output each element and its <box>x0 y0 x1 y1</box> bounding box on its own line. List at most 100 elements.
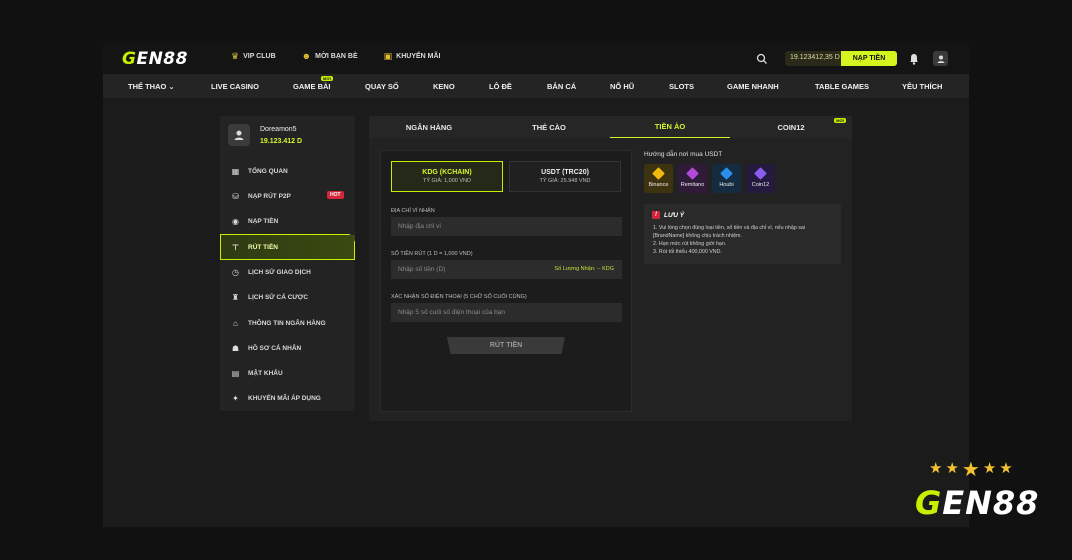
usdt-guide-title: Hướng dẫn nơi mua USDT <box>644 151 723 158</box>
tab-coin12[interactable]: COIN12 MỚI <box>731 116 851 138</box>
nav-favorites[interactable]: YÊU THÍCH <box>902 74 942 98</box>
notice-list: 1. Vui lòng chọn đúng loại tiền, số tiền… <box>653 224 835 256</box>
search-icon <box>756 53 767 64</box>
exchange-coin12[interactable]: Coin12 <box>746 164 775 193</box>
currency-usdt-option[interactable]: USDT (TRC20) TỶ GIÁ: 25.948 VND <box>509 161 621 192</box>
brand-logo: GEN88 <box>915 484 1040 522</box>
sidebar-item-overview[interactable]: ▦ TỔNG QUAN <box>220 159 355 183</box>
notice-box: ! LƯU Ý 1. Vui lòng chọn đúng loại tiền,… <box>644 204 841 264</box>
binance-icon <box>652 167 665 180</box>
account-sidebar: Doreamon5 19.123.412 D ▦ TỔNG QUAN ⛁ NẠP R… <box>220 116 355 411</box>
amount-label: SỐ TIỀN RÚT (1 D = 1,000 VND) <box>391 251 473 257</box>
tab-bank[interactable]: NGÂN HÀNG <box>369 116 489 138</box>
notice-line: 2. Hạn mức rút không giới hạn. <box>653 241 727 247</box>
history-icon: ◷ <box>232 267 239 277</box>
sidebar-item-applied-promos[interactable]: ✦ KHUYẾN MÃI ÁP DỤNG <box>220 386 355 410</box>
deposit-icon: ◉ <box>232 216 239 226</box>
sidebar-item-bet-history[interactable]: ♜ LỊCH SỬ CÁ CƯỢC <box>220 285 355 309</box>
nav-table-games[interactable]: TABLE GAMES <box>815 74 869 98</box>
exchange-remitano[interactable]: Remitano <box>678 164 707 193</box>
remitano-icon <box>686 167 699 180</box>
currency-kdg-option[interactable]: KDG (KCHAIN) TỶ GIÁ: 1,000 VND <box>391 161 503 192</box>
brand-watermark: ★ ★ ★ ★ ★ GEN88 <box>915 460 1050 526</box>
crown-icon: ♛ <box>231 51 240 61</box>
exchange-binance[interactable]: Binance <box>644 164 673 193</box>
user-card: Doreamon5 19.123.412 D <box>220 116 355 154</box>
top-links: ♛ VIP CLUB ☻ MỜI BẠN BÈ ▣ KHUYẾN MÃI <box>231 52 441 61</box>
withdraw-icon: ⊤ <box>231 242 240 252</box>
star-icon: ★ <box>961 459 980 481</box>
friends-icon: ☻ <box>301 51 312 61</box>
star-icon: ★ <box>999 460 1013 477</box>
hot-badge: HOT <box>327 191 344 199</box>
deposit-button[interactable]: NẠP TIỀN <box>841 51 897 66</box>
notice-line: 1. Vui lòng chọn đúng loại tiền, số tiền… <box>653 225 806 239</box>
sidebar-item-deposit[interactable]: ◉ NẠP TIỀN <box>220 209 355 233</box>
lock-icon: ▤ <box>231 368 240 378</box>
wallet-address-input[interactable]: Nhập địa chỉ ví <box>391 217 622 236</box>
nav-jackpot[interactable]: NỔ HŨ <box>610 74 634 98</box>
nav-lottery[interactable]: QUAY SỐ <box>365 74 399 98</box>
account-button[interactable] <box>933 51 948 66</box>
phone-confirm-input[interactable]: Nhập 5 số cuối số điện thoại của bạn <box>391 303 622 322</box>
houbi-icon <box>720 167 733 180</box>
main-nav: THỂ THAO ⌄ LIVE CASINO GAME BÀI MỚI QUAY… <box>103 74 969 98</box>
stars: ★ ★ ★ ★ ★ <box>929 460 1013 480</box>
bank-icon: ⌂ <box>233 318 238 328</box>
nav-quick-games[interactable]: GAME NHANH <box>727 74 779 98</box>
amount-input[interactable]: Nhập số tiền (D) Số Lượng Nhận: -- KDG <box>391 260 622 279</box>
user-balance: 19.123.412 D <box>260 138 303 145</box>
user-icon <box>937 55 944 63</box>
method-tabs: NGÂN HÀNG THẺ CÀO TIỀN ẢO COIN12 MỚI <box>369 116 852 138</box>
top-bar: GEN88 ♛ VIP CLUB ☻ MỜI BẠN BÈ ▣ KHUYẾN M… <box>103 43 969 74</box>
balance-display: 19.123412,35 D <box>785 51 845 66</box>
tab-crypto[interactable]: TIỀN ẢO <box>610 116 730 138</box>
vip-club-link[interactable]: ♛ VIP CLUB <box>231 52 276 61</box>
withdraw-panel: NGÂN HÀNG THẺ CÀO TIỀN ẢO COIN12 MỚI KDG… <box>369 116 852 421</box>
user-icon <box>234 130 244 140</box>
profile-icon: ☗ <box>231 343 240 353</box>
tab-card[interactable]: THẺ CÀO <box>489 116 609 138</box>
nav-sports[interactable]: THỂ THAO ⌄ <box>128 74 175 98</box>
wallet-address-label: ĐỊA CHỈ VÍ NHẬN <box>391 208 435 214</box>
sidebar-item-profile[interactable]: ☗ HỒ SƠ CÁ NHÂN <box>220 336 355 360</box>
invite-friends-link[interactable]: ☻ MỜI BẠN BÈ <box>302 52 358 61</box>
notification-button[interactable] <box>909 52 919 65</box>
sidebar-item-password[interactable]: ▤ MẬT KHẨU <box>220 361 355 385</box>
nav-slots[interactable]: SLOTS <box>669 74 694 98</box>
nav-keno[interactable]: KENO <box>433 74 455 98</box>
bet-history-icon: ♜ <box>231 292 240 302</box>
sidebar-item-bank-info[interactable]: ⌂ THÔNG TIN NGÂN HÀNG <box>220 311 355 335</box>
new-badge: MỚI <box>321 76 333 81</box>
exchange-houbi[interactable]: Houbi <box>712 164 741 193</box>
app-window: GEN88 ♛ VIP CLUB ☻ MỜI BẠN BÈ ▣ KHUYẾN M… <box>103 43 969 527</box>
nav-fishing[interactable]: BẮN CÁ <box>547 74 576 98</box>
grid-icon: ▦ <box>231 166 240 176</box>
bell-icon <box>910 54 918 65</box>
phone-confirm-label: XÁC NHẬN SỐ ĐIỆN THOẠI (5 CHỮ SỐ CUỐI CÙ… <box>391 294 527 300</box>
nav-live-casino[interactable]: LIVE CASINO <box>211 74 259 98</box>
warning-icon: ! <box>652 211 660 219</box>
nav-card-games[interactable]: GAME BÀI MỚI <box>293 74 333 98</box>
gift-icon: ▣ <box>383 51 393 61</box>
promotions-link[interactable]: ▣ KHUYẾN MÃI <box>384 52 441 61</box>
avatar <box>228 124 250 146</box>
promo-icon: ✦ <box>232 393 239 403</box>
star-icon: ★ <box>929 460 943 477</box>
logo[interactable]: GEN88 <box>122 49 188 69</box>
notice-title: LƯU Ý <box>664 211 685 219</box>
withdraw-submit-button[interactable]: RÚT TIỀN <box>447 337 565 354</box>
sidebar-item-p2p[interactable]: ⛁ NẠP RÚT P2P HOT <box>220 184 355 208</box>
withdraw-form: KDG (KCHAIN) TỶ GIÁ: 1,000 VND USDT (TRC… <box>380 150 632 412</box>
new-badge: MỚI <box>834 118 846 123</box>
nav-lo-de[interactable]: LÔ ĐỀ <box>489 74 512 98</box>
star-icon: ★ <box>945 460 959 477</box>
coins-icon: ⛁ <box>232 191 239 201</box>
sidebar-item-transaction-history[interactable]: ◷ LỊCH SỬ GIAO DỊCH <box>220 260 355 284</box>
search-button[interactable] <box>756 52 768 64</box>
username: Doreamon5 <box>260 126 297 133</box>
notice-line: 3. Rút tối thiểu 400,000 VND. <box>653 249 722 255</box>
coin12-icon <box>754 167 767 180</box>
receive-amount: Số Lượng Nhận: -- KDG <box>554 266 614 272</box>
sidebar-item-withdraw[interactable]: ⊤ RÚT TIỀN <box>220 235 355 259</box>
